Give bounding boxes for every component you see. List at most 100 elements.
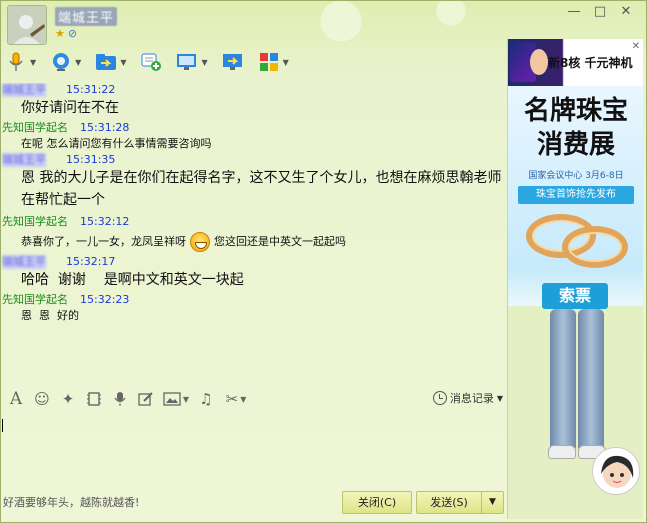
camera-icon: [50, 51, 72, 73]
message-text: 恩 我的大儿子是在你们在起得名字，这不又生了个女儿，也想在麻烦思翰老师在帮忙起一…: [21, 170, 502, 208]
sender-name: 端城王平: [2, 83, 46, 97]
sender-name: 先知国学起名: [2, 121, 68, 134]
message-item: 端城王平 15:31:35 恩 我的大儿子是在你们在起得名字，这不又生了个女儿，…: [1, 153, 506, 211]
contact-avatar[interactable]: [7, 5, 47, 45]
message-time: 15:32:17: [66, 255, 116, 268]
sender-name: 先知国学起名: [2, 293, 68, 306]
image-icon[interactable]: ▼: [161, 388, 191, 410]
apps-icon: [258, 51, 280, 73]
sender-name: 端城王平: [2, 255, 46, 269]
message-item: 端城王平 15:31:22 你好请问在不在: [1, 83, 119, 119]
slogan-text: 好酒要够年头，越陈就越香!: [3, 496, 140, 509]
sender-name: 端城王平: [2, 153, 46, 167]
leg-right: [578, 309, 604, 449]
assistant-avatar[interactable]: [592, 447, 640, 495]
grin-emoji-icon: [190, 232, 210, 252]
message-item: 先知国学起名 15:32:12 恭喜你了，一儿一女，龙凤呈祥呀 您这回还是中英文一…: [1, 215, 346, 255]
ad-headline: 名牌珠宝 消费展: [508, 94, 643, 162]
jewelry-ad[interactable]: 名牌珠宝 消费展 国家会议中心 3月6-8日 珠宝首饰抢先发布: [508, 86, 643, 306]
chat-window: 端城王平 ★ ⊘ — □ ✕ ▼ ▼ ▼ ▼ ▼ 端城王平 15:31:22 你…: [0, 0, 647, 523]
sender-name: 先知国学起名: [2, 215, 68, 228]
magic-wand-icon[interactable]: ✦: [57, 388, 79, 410]
microphone-icon: [5, 51, 27, 73]
message-time: 15:32:12: [80, 215, 130, 228]
font-icon[interactable]: A: [5, 388, 27, 410]
ad-subtitle: 国家会议中心 3月6-8日: [528, 171, 624, 181]
maximize-button[interactable]: □: [587, 3, 613, 21]
apps-button[interactable]: ▼: [258, 50, 289, 74]
chevron-down-icon[interactable]: ▼: [183, 395, 189, 404]
ad-close-icon[interactable]: ✕: [632, 41, 640, 52]
message-text: 恭喜你了，一儿一女，龙凤呈祥呀 您这回还是中英文一起起吗: [21, 229, 346, 255]
add-contact-icon: [140, 51, 162, 73]
person-icon: [530, 49, 548, 75]
message-time: 15:31:35: [66, 153, 116, 166]
remote-assist-button[interactable]: [222, 50, 244, 74]
model-legs-image: [548, 309, 608, 459]
message-text: 哈哈 谢谢 是啊中文和英文一块起: [21, 272, 244, 288]
ad-panel[interactable]: 新8核 千元神机 ✕ 名牌珠宝 消费展 国家会议中心 3月6-8日 珠宝首饰抢先…: [507, 39, 643, 519]
ad-headline-line: 消费展: [536, 130, 615, 160]
phone-ad-text: 新8核 千元神机: [548, 56, 633, 70]
screen-share-icon: [176, 51, 198, 73]
ad-headline-line: 名牌珠宝: [523, 96, 628, 126]
message-time: 15:32:23: [80, 293, 130, 306]
message-text-part: 恭喜你了，一儿一女，龙凤呈祥呀: [21, 235, 186, 248]
emoji-icon[interactable]: ☺: [31, 388, 53, 410]
message-input[interactable]: [1, 413, 506, 485]
clock-icon: [432, 391, 447, 405]
chevron-down-icon[interactable]: ▼: [120, 58, 126, 67]
file-transfer-icon: [95, 51, 117, 73]
message-text: 你好请问在不在: [21, 100, 119, 116]
message-item: 端城王平 15:32:17 哈哈 谢谢 是啊中文和英文一块起: [1, 255, 244, 291]
chevron-down-icon[interactable]: ▼: [283, 58, 289, 67]
message-text: 在呢 怎么请问您有什么事情需要咨询吗: [21, 137, 212, 150]
chevron-down-icon[interactable]: ▼: [30, 58, 36, 67]
message-time: 15:31:22: [66, 83, 116, 96]
chevron-down-icon[interactable]: ▼: [240, 395, 246, 404]
message-text-part: 您这回还是中英文一起起吗: [214, 235, 346, 248]
phone-ad-banner[interactable]: 新8核 千元神机 ✕: [508, 39, 643, 86]
create-discussion-button[interactable]: [140, 50, 162, 74]
voice-call-button[interactable]: ▼: [5, 50, 36, 74]
close-button[interactable]: 关闭(C): [342, 491, 412, 514]
leg-left: [550, 309, 576, 449]
link-icon[interactable]: ⊘: [68, 28, 77, 40]
send-label: 发送(S): [430, 496, 468, 509]
message-history-button[interactable]: 消息记录 ▼: [432, 390, 503, 406]
contact-name[interactable]: 端城王平: [55, 7, 118, 26]
send-button[interactable]: 发送(S) ▼: [416, 491, 504, 514]
minimize-button[interactable]: —: [561, 3, 587, 21]
window-controls: — □ ✕: [561, 3, 639, 21]
video-call-button[interactable]: ▼: [50, 50, 81, 74]
star-icon[interactable]: ★: [55, 28, 65, 40]
bottom-bar: 好酒要够年头，越陈就越香! 关闭(C) 发送(S) ▼: [1, 486, 506, 518]
ad-ribbon: 珠宝首饰抢先发布: [518, 186, 634, 204]
scissors-icon[interactable]: ✂ ▼: [221, 388, 251, 410]
message-time: 15:31:28: [80, 121, 130, 134]
message-text: 恩 恩 好的: [21, 309, 79, 322]
ticket-button[interactable]: 索票: [542, 283, 608, 309]
remote-assist-icon: [222, 51, 244, 73]
send-file-button[interactable]: ▼: [95, 50, 126, 74]
message-item: 先知国学起名 15:32:23 恩 恩 好的: [1, 293, 129, 324]
chevron-down-icon[interactable]: ▼: [75, 58, 81, 67]
close-window-button[interactable]: ✕: [613, 3, 639, 21]
chevron-down-icon[interactable]: ▼: [201, 58, 207, 67]
shoe-left: [548, 445, 576, 459]
text-caret: [2, 419, 3, 432]
chat-history[interactable]: 端城王平 15:31:22 你好请问在不在 先知国学起名 15:31:28 在呢…: [1, 83, 506, 383]
input-toolbar: A ☺ ✦ ▼ ♫ ✂ ▼ 消息记录 ▼: [5, 387, 505, 411]
screen-share-button[interactable]: ▼: [176, 50, 208, 74]
ring-image: [562, 226, 628, 268]
edit-icon[interactable]: [135, 388, 157, 410]
main-toolbar: ▼ ▼ ▼ ▼ ▼: [5, 49, 303, 75]
message-history-label: 消息记录: [449, 392, 494, 405]
send-options-chevron-icon[interactable]: ▼: [481, 492, 503, 513]
status-icons: ★ ⊘: [55, 28, 77, 40]
message-item: 先知国学起名 15:31:28 在呢 怎么请问您有什么事情需要咨询吗: [1, 121, 212, 152]
video-clip-icon[interactable]: [83, 388, 105, 410]
chevron-down-icon[interactable]: ▼: [497, 394, 503, 403]
music-icon[interactable]: ♫: [195, 388, 217, 410]
voice-message-icon[interactable]: [109, 388, 131, 410]
